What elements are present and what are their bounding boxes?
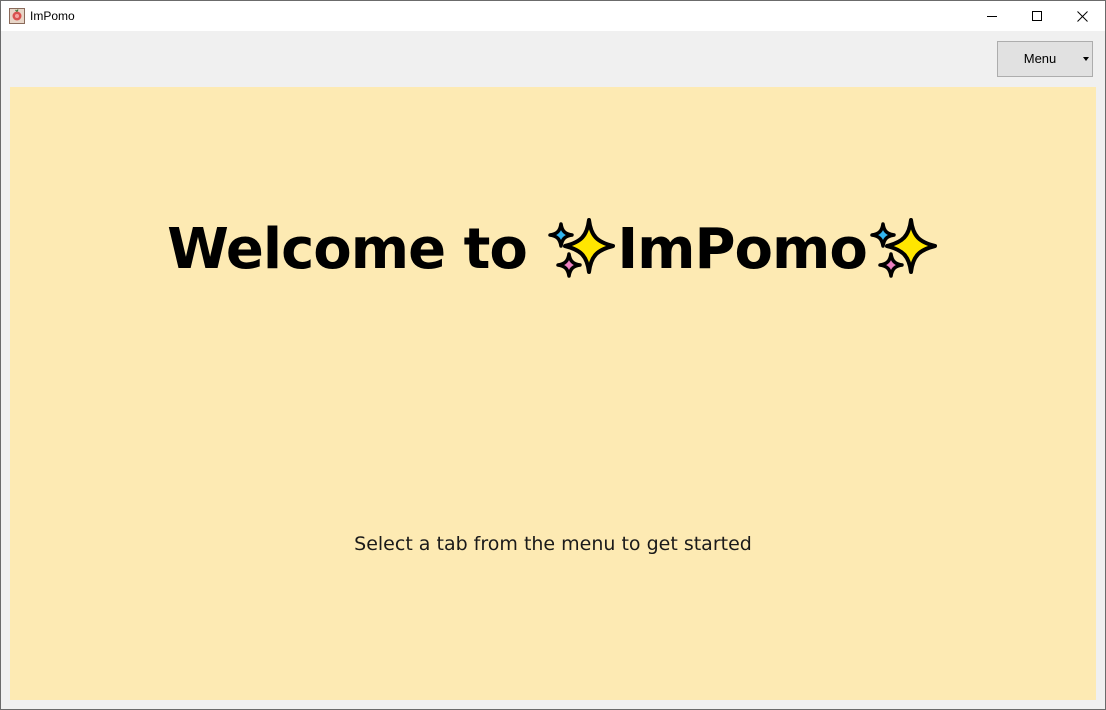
app-window: ImPomo Menu Welcome to ImPomo Select a t… bbox=[0, 0, 1106, 710]
sparkles-icon bbox=[548, 217, 616, 278]
close-button[interactable] bbox=[1059, 1, 1105, 31]
welcome-prefix: Welcome to bbox=[167, 216, 546, 282]
maximize-icon bbox=[1032, 11, 1042, 21]
maximize-button[interactable] bbox=[1014, 1, 1060, 31]
sparkles-icon bbox=[870, 217, 937, 278]
title-bar[interactable]: ImPomo bbox=[1, 1, 1105, 31]
toolbar: Menu bbox=[1, 31, 1105, 86]
dropdown-arrow-icon bbox=[1083, 57, 1089, 61]
minimize-icon bbox=[987, 16, 997, 17]
menu-button[interactable]: Menu bbox=[997, 41, 1093, 77]
close-icon bbox=[1076, 10, 1088, 22]
welcome-panel: Welcome to ImPomo Select a tab from the … bbox=[10, 87, 1096, 700]
minimize-button[interactable] bbox=[969, 1, 1015, 31]
menu-button-label: Menu bbox=[1023, 51, 1057, 66]
welcome-heading: Welcome to ImPomo bbox=[10, 207, 1096, 290]
app-name: ImPomo bbox=[617, 216, 868, 282]
app-icon bbox=[9, 8, 25, 24]
get-started-hint: Select a tab from the menu to get starte… bbox=[354, 533, 752, 555]
window-title: ImPomo bbox=[30, 9, 75, 23]
